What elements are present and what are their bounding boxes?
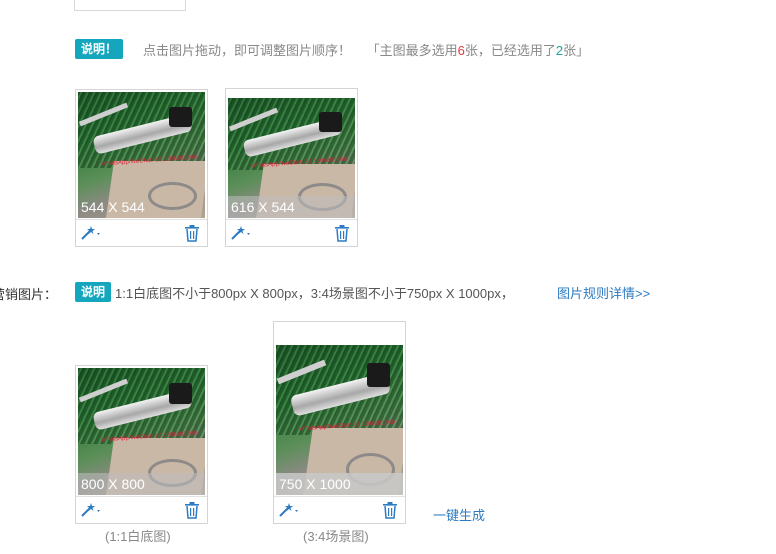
- trash-icon[interactable]: [183, 501, 201, 519]
- image-size-label: 544 X 544: [81, 199, 145, 215]
- trash-icon[interactable]: [183, 224, 201, 242]
- magic-wand-icon[interactable]: [230, 224, 254, 242]
- image-toolbar: [76, 219, 207, 246]
- magic-wand-icon[interactable]: [80, 501, 104, 519]
- magic-wand-icon[interactable]: [80, 224, 104, 242]
- main-image-card-2[interactable]: WhatsApp/WeChat: 86 1806801860 616 X 544: [225, 88, 358, 247]
- image-toolbar: [226, 219, 357, 246]
- trash-icon[interactable]: [381, 501, 399, 519]
- main-image-card-1[interactable]: WhatsApp/WeChat: 86 1806801860 544 X 544: [75, 89, 208, 247]
- top-input-field[interactable]: [74, 0, 186, 11]
- marketing-images-label: 营销图片：: [0, 287, 58, 302]
- white-background-caption: (1:1白底图): [105, 529, 171, 544]
- image-toolbar: [274, 496, 405, 523]
- marketing-image-card-3x4[interactable]: WhatsApp/WeChat: 86 1806801860 750 X 100…: [273, 321, 406, 524]
- product-photo[interactable]: WhatsApp/WeChat: 86 1806801860 544 X 544: [78, 92, 205, 218]
- image-size-label: 750 X 1000: [276, 473, 403, 495]
- limit-mid: 张，已经选用了: [464, 43, 556, 58]
- product-photo[interactable]: WhatsApp/WeChat: 86 1806801860 616 X 544: [228, 98, 355, 218]
- limit-suffix: 张」: [563, 43, 590, 58]
- image-rules-link[interactable]: 图片规则详情>>: [557, 283, 650, 302]
- marketing-size-note: 1:1白底图不小于800px X 800px，3:4场景图不小于750px X …: [115, 286, 514, 301]
- product-photo[interactable]: WhatsApp/WeChat: 86 1806801860 750 X 100…: [276, 345, 403, 495]
- product-photo[interactable]: WhatsApp/WeChat: 86 1806801860 800 X 800: [78, 368, 205, 495]
- image-toolbar: [76, 496, 207, 523]
- image-size-label: 800 X 800: [78, 473, 205, 495]
- explain-badge: 说明！: [75, 39, 124, 59]
- image-size-label: 616 X 544: [228, 196, 355, 218]
- magic-wand-icon[interactable]: [278, 501, 302, 519]
- sort-instruction-text: 点击图片拖动，即可调整图片顺序！: [143, 43, 352, 58]
- explain-badge: 说明: [75, 282, 112, 302]
- max-image-count: 6: [457, 43, 465, 58]
- trash-icon[interactable]: [333, 224, 351, 242]
- limit-prefix: 「主图最多选用: [366, 43, 458, 58]
- scene-image-caption: (3:4场景图): [303, 529, 369, 544]
- one-click-generate-link[interactable]: 一键生成: [433, 505, 485, 524]
- sort-instruction: 点击图片拖动，即可调整图片顺序！ 「主图最多选用6张，已经选用了2张」: [143, 40, 589, 59]
- marketing-image-card-1x1[interactable]: WhatsApp/WeChat: 86 1806801860 800 X 800: [75, 365, 208, 524]
